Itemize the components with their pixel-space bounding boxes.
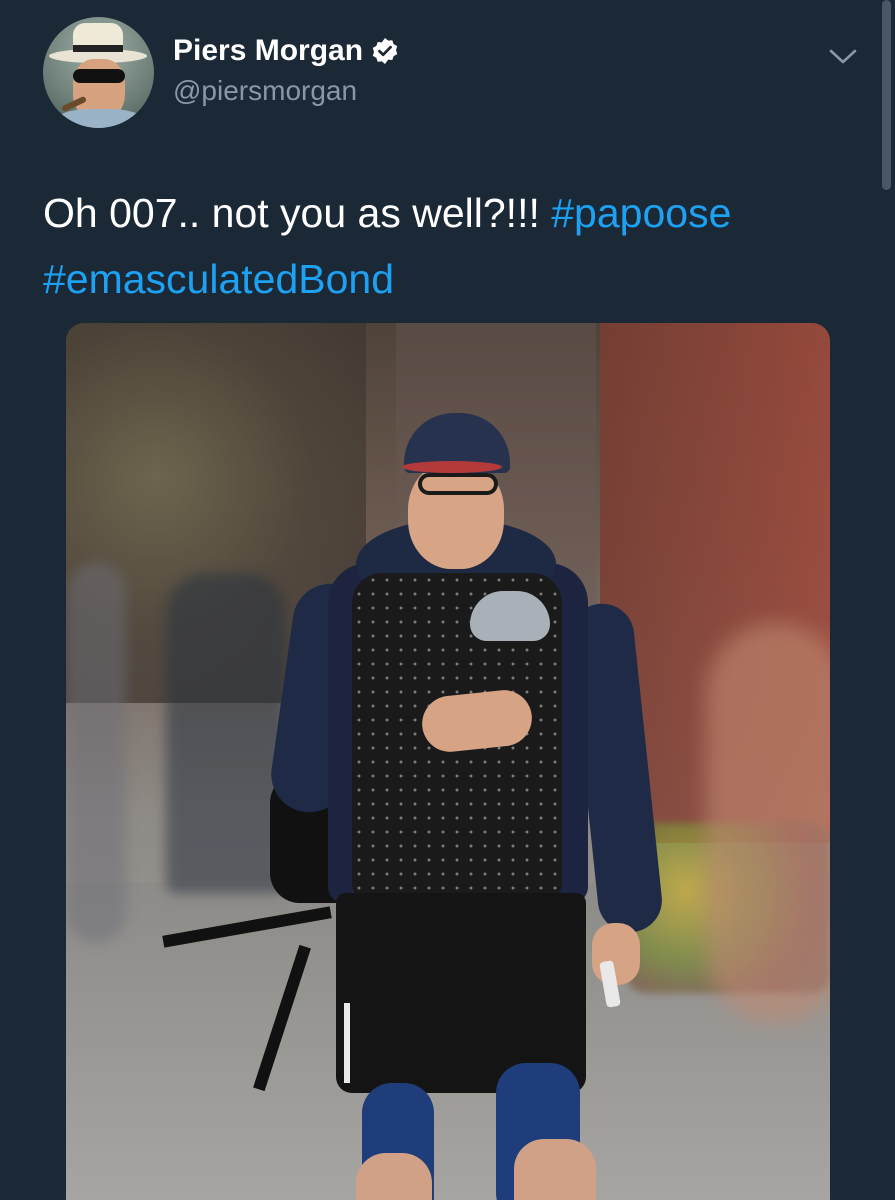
- photo-shorts-stripe: [344, 1003, 350, 1083]
- hashtag-link[interactable]: #papoose: [551, 190, 731, 236]
- photo-knee: [514, 1139, 596, 1200]
- verified-badge-icon: [371, 37, 399, 65]
- hashtag-link[interactable]: #emasculatedBond: [43, 256, 394, 302]
- tweet-body: Oh 007.. not you as well?!!!: [43, 190, 552, 236]
- avatar-sunglasses: [73, 69, 125, 83]
- avatar-shirt: [55, 109, 145, 128]
- tweet-detail-screen: Piers Morgan @piersmorgan Oh 007.. not y…: [0, 0, 895, 1200]
- scrollbar[interactable]: [882, 0, 891, 190]
- author-display-name[interactable]: Piers Morgan: [173, 33, 363, 69]
- photo-knee: [356, 1153, 432, 1200]
- photo-foreground-blur: [706, 623, 830, 1023]
- author-name-row[interactable]: Piers Morgan: [173, 33, 399, 69]
- photo-baby-hat: [470, 591, 550, 641]
- avatar[interactable]: [43, 17, 154, 128]
- photo-cap-brim: [402, 461, 502, 473]
- author-handle[interactable]: @piersmorgan: [173, 74, 357, 108]
- photo-background-pedestrian: [166, 573, 286, 893]
- photo-hand: [592, 923, 640, 985]
- photo-background-pedestrian: [66, 563, 126, 943]
- tweet-media-photo[interactable]: [66, 323, 830, 1200]
- avatar-hat-band: [73, 45, 123, 52]
- chevron-down-icon[interactable]: [826, 44, 860, 70]
- tweet-text: Oh 007.. not you as well?!!! #papoose #e…: [43, 180, 843, 312]
- photo-glasses: [418, 473, 498, 495]
